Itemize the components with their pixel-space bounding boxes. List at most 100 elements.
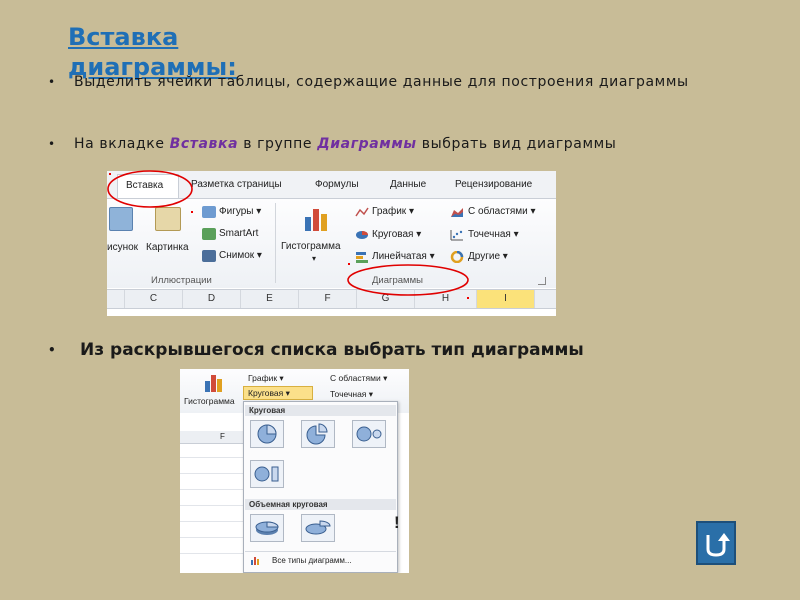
pie-chart-icon [257, 424, 277, 444]
screenshot-label: Снимок ▾ [219, 250, 262, 261]
ribbon-screenshot: Вставка Разметка страницы Формулы Данные… [107, 171, 556, 316]
ribbon-tab-bar: Вставка Разметка страницы Формулы Данные… [107, 171, 556, 199]
picture-icon [109, 207, 133, 231]
grid-line [180, 489, 244, 490]
pie-chart-label: Круговая ▾ [372, 229, 422, 240]
pie-option-exploded[interactable] [301, 420, 335, 448]
return-arrow-icon [706, 533, 730, 557]
keyword-insert: Вставка [169, 136, 239, 152]
histogram-label: Гистограмма [281, 241, 341, 252]
pie-3d-icon [255, 521, 279, 535]
smartart-label: SmartArt [219, 228, 259, 239]
scatter-chart-icon [450, 230, 463, 241]
tab-formulas[interactable]: Формулы [315, 179, 359, 190]
bar-chart-label: Линейчатая ▾ [372, 251, 435, 262]
grid-line [180, 505, 244, 506]
chart-types-icon [251, 557, 259, 565]
clipart-label: Картинка [146, 242, 189, 253]
tab-review[interactable]: Рецензирование [455, 179, 532, 190]
bullet-text: Из раскрывшегося списка выбрать тип диаг… [80, 340, 584, 360]
red-mark [191, 211, 193, 213]
menu-divider [245, 551, 396, 552]
clipart-icon [155, 207, 181, 231]
dropdown-screenshot: Гистограмма График ▾ Круговая ▾ С област… [180, 369, 409, 573]
keyword-charts: Диаграммы [317, 136, 417, 152]
area-chart-label[interactable]: С областями ▾ [330, 373, 387, 384]
camera-icon [202, 250, 216, 262]
bullet-dot: • [48, 137, 56, 151]
area-chart-icon [451, 208, 463, 217]
shapes-icon [202, 206, 216, 218]
bullet-text: Выделить ячейки таблицы, содержащие данн… [74, 74, 689, 90]
other-charts-icon [450, 251, 464, 263]
bar-of-pie-icon [254, 466, 279, 482]
pie-dropdown-menu: Круговая Объемная круговая Все типы диаг… [243, 401, 398, 573]
menu-section-pie: Круговая [245, 405, 396, 416]
pie-option-pie-of-pie[interactable] [352, 420, 386, 448]
column-header-selected[interactable]: I [477, 290, 535, 308]
stray-exclamation: ! [394, 513, 400, 532]
histogram-icon [305, 209, 327, 231]
bullet-dot: • [48, 343, 56, 357]
pie3d-option-basic[interactable] [250, 514, 284, 542]
bullet-text-mid: в группе [238, 136, 318, 152]
bullet-text-prefix: На вкладке [74, 136, 170, 152]
bullet-choose-type: • Из раскрывшегося списка выбрать тип ди… [48, 339, 760, 361]
mini-column-header: F [180, 431, 244, 444]
menu-section-3d-pie: Объемная круговая [245, 499, 396, 510]
column-header-empty [107, 290, 125, 308]
grid-line [180, 473, 244, 474]
pie-chart-label: Круговая ▾ [248, 388, 290, 398]
pie-option-bar-of-pie[interactable] [250, 460, 284, 488]
histogram-label: Гистограмма [184, 396, 235, 406]
pie3d-option-exploded[interactable] [301, 514, 335, 542]
red-mark [348, 263, 350, 265]
grid-line [180, 457, 244, 458]
column-header[interactable]: G [357, 290, 415, 308]
bullet-insert-tab: • На вкладке Вставка в группе Диаграммы … [48, 135, 754, 153]
tab-page-layout[interactable]: Разметка страницы [191, 179, 282, 190]
dialog-launcher-icon[interactable] [538, 277, 546, 285]
scatter-chart-label[interactable]: Точечная ▾ [330, 389, 373, 400]
mini-column-f: F [220, 432, 225, 441]
shapes-label: Фигуры ▾ [219, 206, 262, 217]
column-header[interactable]: F [299, 290, 357, 308]
line-chart-icon [355, 207, 369, 217]
histogram-icon [205, 375, 222, 392]
scatter-chart-label: Точечная ▾ [468, 229, 519, 240]
column-header[interactable]: H [415, 290, 477, 308]
column-header[interactable]: D [183, 290, 241, 308]
red-mark [467, 297, 469, 299]
bullet-dot: • [48, 75, 56, 89]
return-button[interactable] [696, 521, 736, 565]
all-chart-types-label: Все типы диаграмм... [272, 556, 352, 565]
group-label-charts: Диаграммы [372, 275, 423, 286]
grid-line [180, 537, 244, 538]
group-label-illustrations: Иллюстрации [151, 275, 212, 286]
picture-label: исунок [107, 242, 139, 253]
red-mark [109, 173, 111, 175]
column-header[interactable]: C [125, 290, 183, 308]
column-header-row: C D E F G H I [107, 289, 556, 309]
tab-insert[interactable]: Вставка [117, 174, 179, 198]
all-chart-types-item[interactable]: Все типы диаграмм... [248, 555, 394, 568]
pie-of-pie-icon [356, 426, 382, 442]
exploded-pie-3d-icon [305, 520, 331, 535]
bar-chart-icon [356, 252, 368, 263]
line-chart-label[interactable]: График ▾ [248, 373, 284, 384]
tab-data[interactable]: Данные [390, 179, 426, 190]
grid-line [180, 553, 244, 554]
histogram-arrow: ▾ [312, 254, 317, 263]
bullet-select-cells: • Выделить ячейки таблицы, содержащие да… [48, 73, 724, 91]
line-chart-label: График ▾ [372, 206, 414, 217]
area-chart-label: С областями ▾ [468, 206, 536, 217]
group-separator [275, 203, 276, 283]
column-header[interactable]: E [241, 290, 299, 308]
exploded-pie-icon [306, 423, 328, 445]
pie-option-basic[interactable] [250, 420, 284, 448]
other-charts-label: Другие ▾ [468, 251, 508, 262]
bullet-text-suffix: выбрать вид диаграммы [416, 136, 617, 152]
smartart-icon [202, 228, 216, 240]
pie-chart-button-active[interactable]: Круговая ▾ [243, 386, 313, 400]
grid-line [180, 521, 244, 522]
